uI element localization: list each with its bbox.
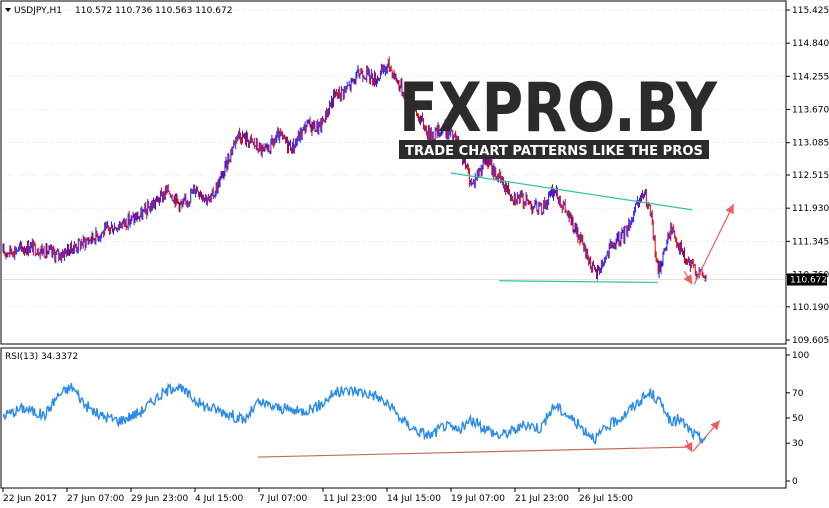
trading-chart[interactable]: USDJPY,H1 110.572 110.736 110.563 110.67… [0,0,829,508]
rsi-tick-label: 100 [792,351,809,361]
logo-brand-text: FXPRO.BY [399,69,718,148]
rsi-tick-label: 0 [792,477,798,487]
time-tick-label: 19 Jul 07:00 [451,494,505,504]
rsi-tick-label: 70 [792,389,804,399]
rsi-title: RSI(13) 34.3372 [5,352,78,362]
price-tick-label: 115.425 [792,6,829,16]
logo-tagline: TRADE CHART PATTERNS LIKE THE PROS [405,144,703,159]
price-tick-label: 110.760 [792,271,829,281]
price-tick-label: 109.605 [792,336,829,346]
ohlc-values: 110.572 110.736 110.563 110.672 [75,6,232,16]
price-tick-label: 111.345 [792,237,829,247]
price-tick-label: 114.255 [792,72,829,82]
time-tick-label: 27 Jun 07:00 [67,494,124,504]
time-tick-label: 22 Jun 2017 [3,494,57,504]
chart-header: USDJPY,H1 110.572 110.736 110.563 110.67… [5,6,232,16]
time-tick-label: 14 Jul 15:00 [387,494,441,504]
time-tick-label: 29 Jun 23:00 [131,494,188,504]
price-tick-label: 112.515 [792,171,829,181]
symbol-label: USDJPY,H1 [14,6,62,16]
rsi-tick-label: 30 [792,439,804,449]
time-tick-label: 7 Jul 07:00 [259,494,308,504]
price-tick-label: 114.840 [792,39,829,49]
time-tick-label: 21 Jul 23:00 [515,494,569,504]
time-tick-label: 4 Jul 15:00 [195,494,244,504]
rsi-tick-label: 50 [792,414,804,424]
fxpro-logo: FXPRO.BY TRADE CHART PATTERNS LIKE THE P… [399,69,718,159]
price-tick-label: 113.670 [792,106,829,116]
price-tick-label: 111.930 [792,204,829,214]
price-tick-label: 110.190 [792,303,829,313]
price-tick-label: 113.085 [792,139,829,149]
time-tick-label: 11 Jul 23:00 [323,494,377,504]
price-panel[interactable] [0,0,787,345]
time-tick-label: 26 Jul 15:00 [579,494,633,504]
